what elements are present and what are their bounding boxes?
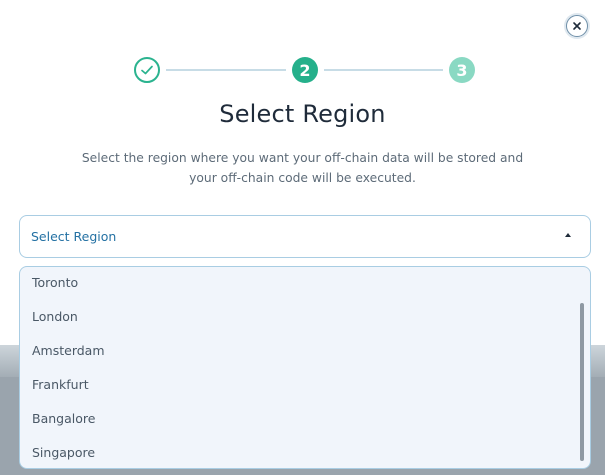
check-icon — [141, 65, 153, 75]
step-connector — [324, 69, 443, 71]
step-2-current: 2 — [292, 57, 318, 83]
region-dropdown-list: Toronto London Amsterdam Frankfurt Banga… — [19, 266, 591, 469]
region-option-london[interactable]: London — [20, 299, 580, 333]
region-option-frankfurt[interactable]: Frankfurt — [20, 367, 580, 401]
caret-up-icon — [565, 233, 571, 237]
close-button[interactable] — [566, 15, 588, 37]
close-icon — [573, 22, 581, 30]
step-3-upcoming: 3 — [449, 57, 475, 83]
region-option-amsterdam[interactable]: Amsterdam — [20, 333, 580, 367]
region-option-singapore[interactable]: Singapore — [20, 435, 580, 468]
page-title: Select Region — [219, 100, 386, 128]
region-option-toronto[interactable]: Toronto — [20, 267, 580, 299]
dropdown-scrollbar[interactable] — [580, 303, 584, 461]
page-subtitle: Select the region where you want your of… — [81, 151, 524, 185]
region-option-bangalore[interactable]: Bangalore — [20, 401, 580, 435]
step-1-completed — [134, 57, 160, 83]
progress-stepper: 2 3 — [0, 57, 605, 83]
region-select-value: Select Region — [31, 229, 117, 244]
region-select[interactable]: Select Region — [19, 215, 591, 258]
step-connector — [166, 69, 286, 71]
